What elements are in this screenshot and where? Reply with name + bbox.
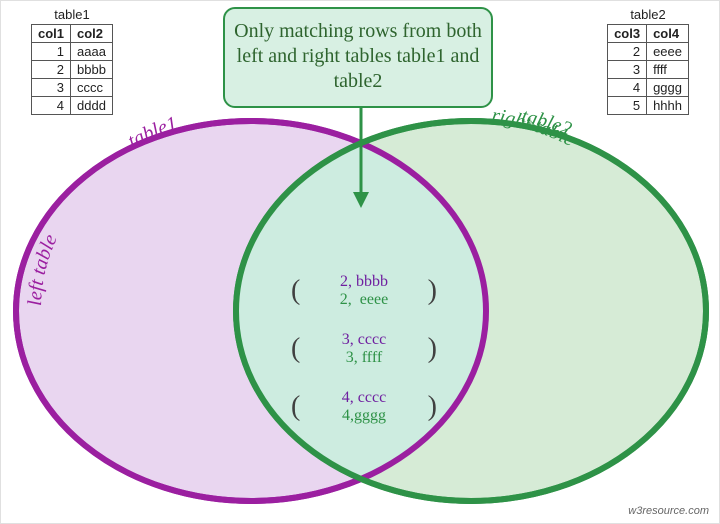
callout-text: Only matching rows from both left and ri… — [234, 20, 482, 92]
match-left-row: 3, cccc — [299, 331, 429, 349]
table-row: 2eeee — [608, 43, 689, 61]
callout-box: Only matching rows from both left and ri… — [223, 7, 493, 108]
table2-header-col4: col4 — [647, 25, 689, 43]
table2-caption: table2 — [607, 7, 689, 24]
match-left-row: 2, bbbb — [299, 273, 429, 291]
match-pair: ( 2, bbbb 2, eeee ) — [299, 273, 429, 309]
match-pair: ( 4, cccc 4,gggg ) — [299, 389, 429, 425]
table-row: 1aaaa — [32, 43, 113, 61]
match-pair: ( 3, cccc 3, ffff ) — [299, 331, 429, 367]
match-right-row: 3, ffff — [299, 349, 429, 367]
table1-caption: table1 — [31, 7, 113, 24]
match-right-row: 2, eeee — [299, 291, 429, 309]
match-left-row: 4, cccc — [299, 389, 429, 407]
table2-header-col3: col3 — [608, 25, 647, 43]
diagram-canvas: table1 col1 col2 1aaaa 2bbbb 3cccc 4dddd… — [0, 0, 720, 524]
table1-header-col1: col1 — [32, 25, 71, 43]
attribution: w3resource.com — [628, 505, 709, 517]
match-right-row: 4,gggg — [299, 407, 429, 425]
table1-header-col2: col2 — [71, 25, 113, 43]
table-row: 2bbbb — [32, 61, 113, 79]
table-row: 3cccc — [32, 79, 113, 97]
intersection-matches: ( 2, bbbb 2, eeee ) ( 3, cccc 3, ffff ) … — [299, 273, 429, 447]
table-row: 3ffff — [608, 61, 689, 79]
table-row: 4gggg — [608, 79, 689, 97]
